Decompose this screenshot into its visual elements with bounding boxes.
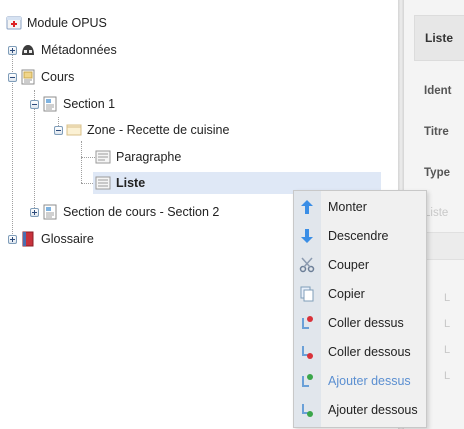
collapse-toggle[interactable] — [8, 72, 17, 82]
tree-item-label: Section 1 — [63, 97, 116, 111]
field-label-titre: Titre — [424, 126, 449, 138]
context-menu: Monter Descendre Couper Copier Coller de… — [293, 190, 427, 428]
menu-item-label: Ajouter dessous — [328, 402, 418, 417]
tree-item-module-opus[interactable]: Module OPUS — [6, 12, 107, 34]
menu-item-coller-dessus[interactable]: Coller dessus — [294, 308, 426, 337]
menu-item-copier[interactable]: Copier — [294, 279, 426, 308]
tree-item-label: Cours — [41, 70, 75, 84]
menu-item-label: Coller dessus — [328, 315, 404, 330]
add-above-icon — [302, 373, 313, 387]
collapse-toggle[interactable] — [54, 125, 63, 135]
field-label-type: Type — [424, 167, 450, 179]
paragraph-icon — [95, 150, 111, 164]
field-label-liste: Liste — [424, 207, 449, 219]
tree-item-label: Glossaire — [41, 232, 94, 246]
tree-item-label: Section de cours - Section 2 — [63, 205, 220, 219]
panel-header: Liste — [414, 15, 464, 61]
section-icon — [43, 96, 57, 112]
section-icon — [43, 204, 57, 220]
add-below-icon — [302, 403, 313, 417]
tree-item-cours[interactable]: Cours — [8, 66, 74, 88]
tree-item-label: Paragraphe — [116, 150, 182, 164]
list-bullet: L — [444, 370, 451, 382]
course-icon — [21, 69, 35, 85]
module-icon — [6, 16, 22, 30]
paste-below-icon — [302, 345, 313, 359]
expand-toggle[interactable] — [8, 234, 17, 244]
tree-item-label: Liste — [116, 176, 146, 190]
field-label-ident: Ident — [424, 85, 452, 97]
panel-title: Liste — [425, 31, 454, 45]
menu-item-ajouter-dessus[interactable]: Ajouter dessus — [294, 366, 426, 395]
scissors-icon — [299, 257, 315, 272]
expand-toggle[interactable] — [30, 207, 39, 217]
tree-item-zone[interactable]: Zone - Recette de cuisine — [54, 119, 229, 141]
list-bullet: L — [444, 318, 451, 330]
tree-item-label: Zone - Recette de cuisine — [87, 123, 230, 137]
menu-item-descendre[interactable]: Descendre — [294, 221, 426, 250]
menu-item-label: Couper — [328, 257, 369, 272]
paste-above-icon — [302, 315, 313, 329]
tree-item-metadonnees[interactable]: Métadonnées — [8, 39, 117, 61]
menu-item-label: Descendre — [328, 228, 389, 243]
menu-item-label: Copier — [328, 286, 365, 301]
arrow-up-icon — [301, 199, 313, 214]
list-icon — [95, 176, 111, 190]
zone-icon — [66, 124, 82, 136]
arrow-down-icon — [301, 228, 313, 243]
menu-item-label: Coller dessous — [328, 344, 411, 359]
menu-item-monter[interactable]: Monter — [294, 192, 426, 221]
menu-item-coller-dessous[interactable]: Coller dessous — [294, 337, 426, 366]
tree-item-glossaire[interactable]: Glossaire — [8, 228, 94, 250]
tree-item-label: Métadonnées — [41, 43, 117, 57]
collapse-toggle[interactable] — [30, 99, 39, 109]
menu-item-couper[interactable]: Couper — [294, 250, 426, 279]
menu-item-ajouter-dessous[interactable]: Ajouter dessous — [294, 395, 426, 424]
copy-icon — [300, 286, 314, 301]
metadata-icon — [22, 45, 34, 55]
tree-item-label: Module OPUS — [27, 16, 107, 30]
tree-item-section-1[interactable]: Section 1 — [30, 93, 115, 115]
tree-item-paragraphe[interactable]: Paragraphe — [95, 146, 181, 168]
list-bullet: L — [444, 292, 451, 304]
menu-item-label: Ajouter dessus — [328, 373, 411, 388]
expand-toggle[interactable] — [8, 45, 17, 55]
glossary-book-icon — [22, 231, 34, 247]
field-input[interactable] — [424, 232, 464, 260]
menu-item-label: Monter — [328, 199, 367, 214]
list-bullet: L — [444, 344, 451, 356]
tree-item-section-2[interactable]: Section de cours - Section 2 — [30, 201, 219, 223]
